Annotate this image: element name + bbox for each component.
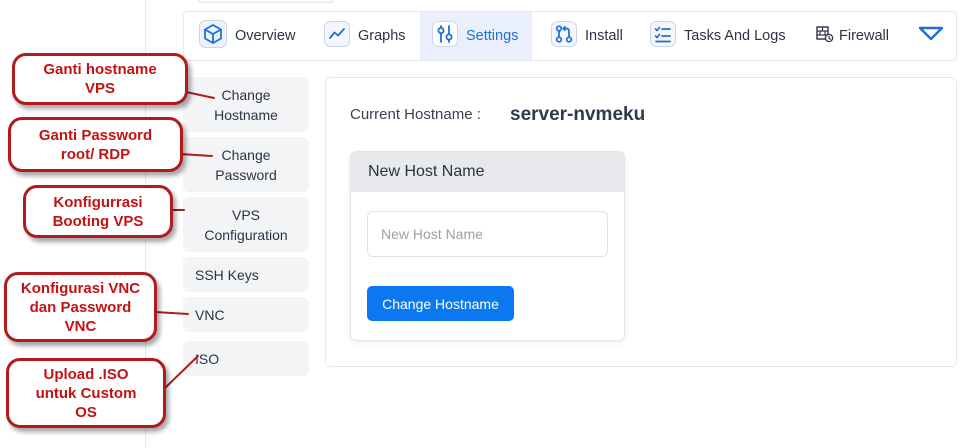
sidebar-item-label: Change Hostname bbox=[214, 86, 278, 123]
git-branch-icon bbox=[551, 21, 577, 51]
sidebar-item-change-password[interactable]: Change Password bbox=[183, 137, 309, 192]
top-stub bbox=[198, 0, 334, 3]
cube-icon bbox=[199, 20, 227, 52]
sidebar-item-vps-configuration[interactable]: VPS Configuration bbox=[183, 197, 309, 252]
tab-tasks-and-logs[interactable]: Tasks And Logs bbox=[638, 12, 798, 60]
sidebar-item-iso[interactable]: ISO bbox=[183, 341, 309, 376]
tab-firewall[interactable]: Firewall bbox=[804, 12, 904, 60]
chevron-down-icon bbox=[917, 24, 945, 48]
tab-label: Install bbox=[585, 28, 623, 44]
card-title: New Host Name bbox=[351, 152, 624, 192]
new-hostname-input[interactable] bbox=[367, 211, 608, 257]
sidebar-item-change-hostname[interactable]: Change Hostname bbox=[183, 77, 309, 132]
tab-label: Settings bbox=[466, 28, 519, 44]
tab-label: Overview bbox=[235, 28, 296, 44]
tab-overview[interactable]: Overview bbox=[187, 12, 307, 60]
callout-iso: Upload .ISO untuk Custom OS bbox=[6, 358, 166, 428]
callout-vnc: Konfigurasi VNC dan Password VNC bbox=[4, 272, 157, 342]
tab-settings[interactable]: Settings bbox=[420, 12, 532, 60]
page: Overview Graphs Settings Install Tasks A… bbox=[0, 0, 973, 448]
sidebar-item-ssh-keys[interactable]: SSH Keys bbox=[183, 257, 309, 292]
sidebar-item-label: ISO bbox=[195, 350, 220, 367]
firewall-icon bbox=[816, 25, 834, 47]
callout-booting: Konfigurrasi Booting VPS bbox=[23, 185, 173, 238]
tab-label: Tasks And Logs bbox=[684, 28, 786, 44]
sidebar-item-label: VPS Configuration bbox=[204, 206, 288, 243]
sidebar-item-vnc[interactable]: VNC bbox=[183, 297, 309, 332]
tab-label: Firewall bbox=[839, 28, 889, 44]
callout-hostname: Ganti hostname VPS bbox=[12, 53, 188, 105]
callout-password: Ganti Password root/ RDP bbox=[8, 117, 183, 172]
sidebar-item-label: Change Password bbox=[215, 146, 277, 183]
sidebar-item-label: SSH Keys bbox=[195, 266, 259, 283]
chart-line-icon bbox=[324, 21, 350, 51]
tab-graphs[interactable]: Graphs bbox=[312, 12, 414, 60]
current-hostname-value: server-nvmeku bbox=[510, 104, 646, 125]
tab-install[interactable]: Install bbox=[539, 12, 633, 60]
more-tabs-button[interactable] bbox=[908, 12, 954, 60]
checklist-icon bbox=[650, 21, 676, 51]
current-hostname-label: Current Hostname : bbox=[350, 106, 481, 123]
sliders-icon bbox=[432, 21, 458, 51]
new-hostname-card: New Host Name Change Hostname bbox=[350, 151, 625, 341]
tab-bar: Overview Graphs Settings Install Tasks A… bbox=[183, 11, 957, 61]
change-hostname-button[interactable]: Change Hostname bbox=[367, 286, 514, 321]
tab-label: Graphs bbox=[358, 28, 406, 44]
sidebar-item-label: VNC bbox=[195, 306, 225, 323]
